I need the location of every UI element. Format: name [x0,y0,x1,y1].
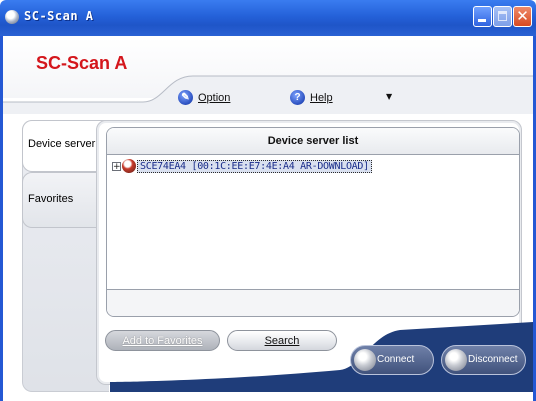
option-icon: ✎ [178,90,193,105]
app-icon [5,10,19,24]
app-title: SC-Scan A [36,53,128,73]
tab-device-server-label: Device server [28,138,96,150]
window-title: SC-Scan A [24,9,94,23]
connect-label: Connect [377,354,415,365]
window-titlebar[interactable]: SC-Scan A ✕ [0,0,536,36]
menu-option-label: Option [198,91,231,104]
menu-help[interactable]: ? Help [290,90,333,105]
device-list-footer [107,289,519,316]
connect-button[interactable]: Connect [350,345,434,375]
minimize-icon [478,19,486,22]
connect-icon [354,349,376,371]
device-list-item[interactable]: + SCE74EA4 [00:1C:EE:E7:4E:A4 AR-DOWNLOA… [112,159,372,173]
tab-favorites-label: Favorites [28,193,74,205]
close-button[interactable]: ✕ [513,6,532,27]
search-button[interactable]: Search [227,330,337,351]
help-icon: ? [290,90,305,105]
menu-bar-curve [3,75,533,114]
device-list-header: Device server list [107,128,519,155]
maximize-icon [498,11,507,21]
maximize-button[interactable] [493,6,512,27]
menu-dropdown-arrow-icon[interactable]: ▼ [386,92,392,101]
menu-help-label: Help [310,91,333,104]
device-server-icon [122,159,136,173]
minimize-button[interactable] [473,6,492,27]
device-list-item-label: SCE74EA4 [00:1C:EE:E7:4E:A4 AR-DOWNLOAD] [137,159,372,173]
menu-option[interactable]: ✎ Option [178,90,230,105]
disconnect-icon [445,349,467,371]
device-server-list[interactable]: Device server list + SCE74EA4 [00:1C:EE:… [106,127,520,317]
close-icon: ✕ [516,7,529,25]
disconnect-label: Disconnect [468,354,518,365]
expand-icon[interactable]: + [112,161,121,171]
disconnect-button[interactable]: Disconnect [441,345,526,375]
add-to-favorites-button[interactable]: Add to Favorites [105,330,220,351]
